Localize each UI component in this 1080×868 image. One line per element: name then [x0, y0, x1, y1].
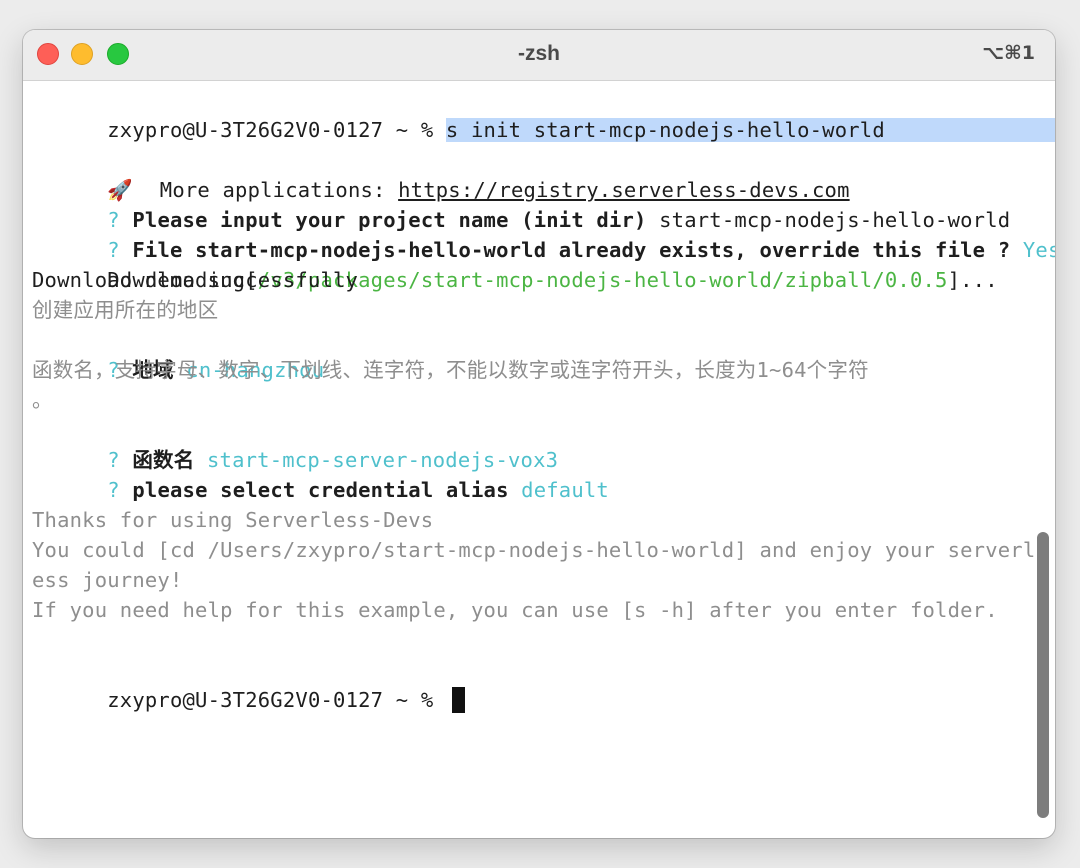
text-cursor	[451, 687, 465, 713]
question-region: ? 地域 cn-hangzhou	[32, 325, 324, 382]
function-name-hint-end: 。	[32, 388, 53, 412]
cd-instruction-line-wrap: ess journey!	[32, 568, 183, 592]
download-success-line: Download demo successfully	[32, 268, 359, 292]
function-name-hint: 函数名，支持字母、数字、下划线、连字符，不能以数字或连字符开头，长度为1~64个…	[32, 358, 869, 382]
cd-instruction-line: You could [cd /Users/zxypro/start-mcp-no…	[32, 538, 1036, 562]
final-prompt-line: zxypro@U-3T26G2V0-0127 ~ %	[32, 655, 465, 713]
terminal-output[interactable]: zxypro@U-3T26G2V0-0127 ~ % s init start-…	[32, 85, 1055, 825]
thanks-line: Thanks for using Serverless-Devs	[32, 508, 434, 532]
download-suffix: ]...	[947, 268, 998, 292]
question-function-name: ? 函数名 start-mcp-server-nodejs-vox3	[32, 415, 558, 472]
question-mark: ?	[107, 478, 133, 502]
window-title: -zsh	[518, 42, 560, 65]
answer-value: default	[508, 478, 609, 502]
question-override: ? File start-mcp-nodejs-hello-world alre…	[32, 205, 1055, 262]
selected-command[interactable]: s init start-mcp-nodejs-hello-world	[445, 118, 1055, 142]
more-apps-line: 🚀 More applications: https://registry.se…	[32, 145, 850, 202]
download-path: /v3/packages/start-mcp-nodejs-hello-worl…	[257, 268, 948, 292]
region-hint: 创建应用所在的地区	[32, 298, 219, 322]
terminal-window: -zsh ⌥⌘1 zxypro@U-3T26G2V0-0127 ~ % s in…	[23, 30, 1055, 838]
prompt: zxypro@U-3T26G2V0-0127 ~ %	[107, 688, 446, 712]
answer-value: Yes	[1022, 238, 1055, 262]
question-label: please select credential alias	[132, 478, 509, 502]
question-project-name: ? Please input your project name (init d…	[32, 175, 1010, 232]
command-line: zxypro@U-3T26G2V0-0127 ~ % s init start-…	[32, 85, 1055, 142]
question-credential: ? please select credential alias default	[32, 445, 609, 502]
window-shortcut: ⌥⌘1	[982, 42, 1035, 64]
prompt: zxypro@U-3T26G2V0-0127 ~ %	[107, 118, 446, 142]
vertical-scrollbar[interactable]	[1037, 532, 1049, 818]
downloading-line: Downloading[/v3/packages/start-mcp-nodej…	[32, 235, 998, 292]
help-line: If you need help for this example, you c…	[32, 598, 998, 622]
title-bar: -zsh ⌥⌘1	[23, 30, 1055, 81]
